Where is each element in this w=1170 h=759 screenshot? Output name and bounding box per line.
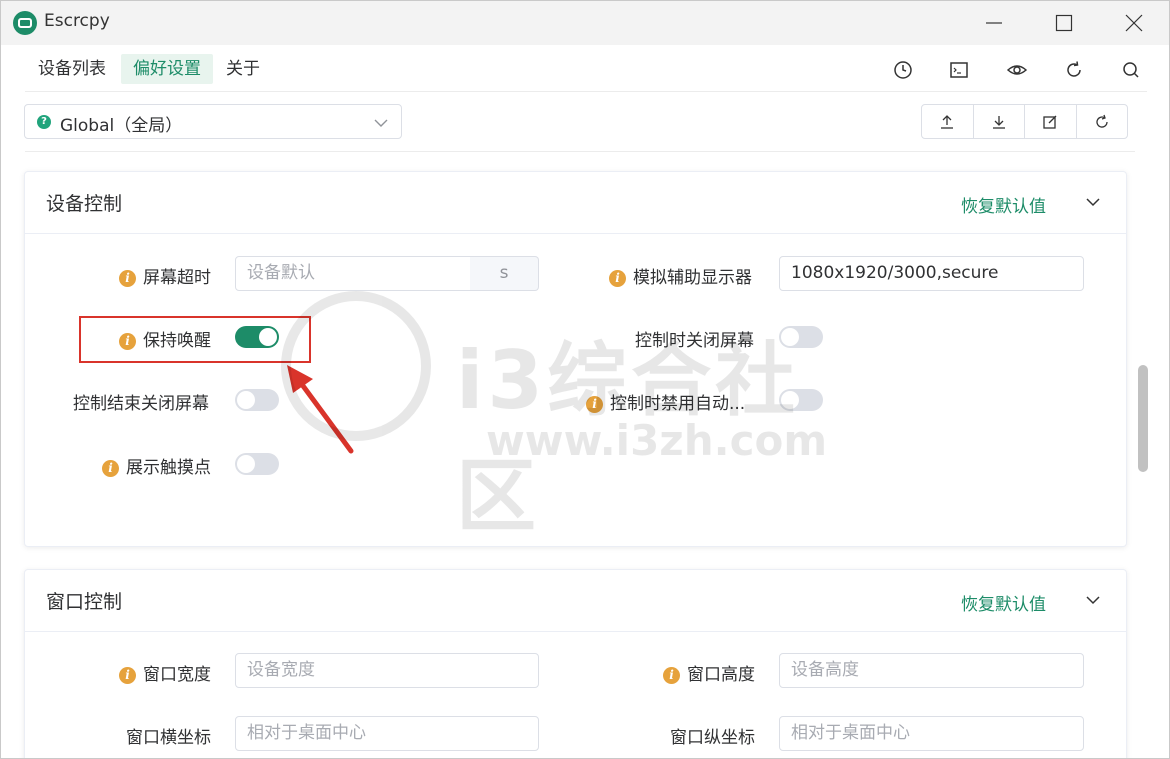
chevron-down-icon (374, 119, 388, 127)
field-label-turn-screen-off: 控制时关闭屏幕 (635, 331, 754, 351)
divider (25, 151, 1135, 152)
info-icon[interactable]: i (119, 667, 136, 684)
field-label-show-touches: i 展示触摸点 (102, 453, 211, 478)
card-title: 设备控制 (46, 193, 123, 215)
preset-action-group (921, 104, 1128, 139)
field-label-window-width: i 窗口宽度 (119, 660, 211, 685)
help-icon: ? (37, 115, 51, 129)
highlight-box (79, 316, 311, 363)
show-touches-switch[interactable] (235, 453, 279, 475)
chevron-down-icon[interactable] (1085, 592, 1101, 608)
app-title: Escrcpy (44, 11, 110, 31)
preset-select[interactable]: ? Global（全局） (24, 104, 402, 139)
refresh-icon[interactable] (1062, 58, 1086, 82)
close-button[interactable] (1099, 1, 1169, 45)
card-header: 窗口控制 恢复默认值 (25, 570, 1126, 632)
virtual-display-input[interactable]: 1080x1920/3000,secure (779, 256, 1084, 291)
screen-timeout-input[interactable]: 设备默认 (235, 256, 471, 291)
turn-screen-off-switch[interactable] (779, 326, 823, 348)
info-icon[interactable]: i (663, 667, 680, 684)
minimize-button[interactable] (959, 1, 1029, 45)
restore-defaults-link[interactable]: 恢复默认值 (961, 192, 1046, 217)
window-width-input[interactable]: 设备宽度 (235, 653, 539, 688)
terminal-icon[interactable] (947, 58, 971, 82)
window-height-input[interactable]: 设备高度 (779, 653, 1084, 688)
field-label-power-off-on-close: 控制结束关闭屏幕 (73, 394, 209, 414)
app-logo-icon (13, 11, 37, 35)
edit-icon (1043, 115, 1057, 129)
chevron-down-icon[interactable] (1085, 194, 1101, 210)
clock-icon[interactable] (891, 58, 915, 82)
restore-defaults-link[interactable]: 恢复默认值 (961, 590, 1046, 615)
menu-item-preferences[interactable]: 偏好设置 (121, 54, 213, 84)
info-icon[interactable]: i (119, 270, 136, 287)
field-label-window-y: 窗口纵坐标 (670, 728, 755, 748)
card-header: 设备控制 恢复默认值 (25, 172, 1126, 234)
menu-item-about[interactable]: 关于 (214, 54, 272, 84)
field-label-screen-timeout: i 屏幕超时 (119, 263, 211, 288)
info-icon[interactable]: i (586, 396, 603, 413)
card-title: 窗口控制 (46, 591, 123, 613)
import-button[interactable] (974, 105, 1025, 138)
upload-icon (941, 115, 953, 129)
info-icon[interactable]: i (102, 460, 119, 477)
menu-bar: 设备列表 偏好设置 关于 (25, 46, 1147, 92)
annotation-arrow-icon (287, 365, 354, 454)
download-icon (992, 116, 1005, 129)
power-off-on-close-switch[interactable] (235, 389, 279, 411)
reset-button[interactable] (1077, 105, 1128, 138)
menu-item-devices[interactable]: 设备列表 (26, 54, 118, 84)
reset-icon (1095, 114, 1108, 128)
maximize-button[interactable] (1029, 1, 1099, 45)
window-x-input[interactable]: 相对于桌面中心 (235, 716, 539, 751)
field-label-virtual-display: i 模拟辅助显示器 (609, 263, 752, 288)
field-label-window-height: i 窗口高度 (663, 660, 755, 685)
app-window: Escrcpy 设备列表 偏好设置 关于 ? Global（全局） 设备控制 恢… (0, 0, 1170, 759)
scrollbar-thumb[interactable] (1138, 365, 1148, 472)
field-label-disable-screensaver: i 控制时禁用自动... (586, 389, 745, 414)
disable-screensaver-switch[interactable] (779, 389, 823, 411)
search-icon[interactable] (1119, 58, 1143, 82)
unit-suffix: s (470, 256, 539, 291)
preset-select-value: Global（全局） (60, 116, 183, 136)
export-button[interactable] (922, 105, 974, 138)
eye-icon[interactable] (1005, 58, 1029, 82)
edit-button[interactable] (1025, 105, 1077, 138)
title-bar: Escrcpy (1, 1, 1169, 45)
field-label-window-x: 窗口横坐标 (126, 728, 211, 748)
window-y-input[interactable]: 相对于桌面中心 (779, 716, 1084, 751)
info-icon[interactable]: i (609, 270, 626, 287)
